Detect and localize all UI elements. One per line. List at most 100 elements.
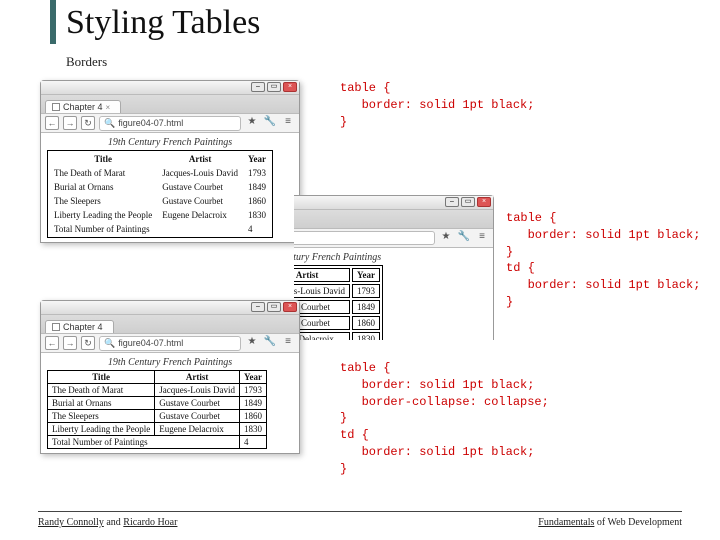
cell-artist: Eugene Delacroix [158, 209, 242, 221]
cell-year: 1830 [352, 332, 380, 340]
tab-label: Chapter 4 [63, 102, 103, 112]
forward-icon[interactable]: → [63, 116, 77, 130]
table-row: Burial at OrnansGustave Courbet1849 [48, 397, 267, 410]
menu-icon[interactable]: ≡ [281, 116, 295, 130]
footer-label: Total Number of Paintings [48, 436, 240, 449]
table-header-row: TitleArtistYear [294, 268, 380, 282]
forward-icon[interactable]: → [63, 336, 77, 350]
address-bar: ← → ↻ 🔍 figure04-07.html ★ 🔧 ≡ [41, 333, 299, 353]
cell-title: The Death of Marat [50, 167, 156, 179]
footer-value: 4 [244, 223, 270, 235]
cell-title: Liberty Leading the People [50, 209, 156, 221]
url-text: figure04-07.html [118, 118, 183, 128]
browser-tab[interactable]: Chapter 4 × [45, 100, 121, 113]
star-icon[interactable]: ★ [245, 336, 259, 350]
cell-artist: Gustave Courbet [158, 195, 242, 207]
cell-year: 1830 [244, 209, 270, 221]
reload-icon[interactable]: ↻ [81, 336, 95, 350]
table-header-row: TitleArtistYear [48, 371, 267, 384]
table-row: The Death of MaratJacques-Louis David179… [294, 284, 380, 298]
footer-label: Total Number of Paintings [50, 223, 242, 235]
tab-row: Chapter 4 [41, 315, 299, 333]
tab-row: Chapter 4 × [41, 95, 299, 113]
menu-icon[interactable]: ≡ [281, 336, 295, 350]
cell-year: 1860 [239, 410, 266, 423]
col-title: Title [50, 153, 156, 165]
table-row: The Death of MaratJacques-Louis David179… [48, 384, 267, 397]
cell-artist: Eugene Delacroix [294, 332, 350, 340]
col-artist: Artist [155, 371, 240, 384]
cell-title: Liberty Leading the People [48, 423, 155, 436]
cell-title: The Sleepers [48, 410, 155, 423]
cell-artist: Gustave Courbet [155, 410, 240, 423]
menu-icon[interactable]: ≡ [475, 231, 489, 245]
cell-year: 1793 [244, 167, 270, 179]
cell-title: The Death of Marat [48, 384, 155, 397]
wrench-icon[interactable]: 🔧 [263, 116, 277, 130]
url-field[interactable]: 🔍 figure04-07.html [99, 116, 241, 131]
star-icon[interactable]: ★ [245, 116, 259, 130]
table-row: Liberty Leading the PeopleEugene Delacro… [48, 423, 267, 436]
search-icon: 🔍 [104, 338, 115, 349]
slide-subtitle: Borders [66, 54, 107, 70]
cell-year: 1830 [239, 423, 266, 436]
maximize-icon[interactable]: ▭ [267, 82, 281, 92]
browser-window-1: – ▭ × Chapter 4 × ← → ↻ 🔍 figure04-07.ht… [40, 80, 300, 243]
cell-title: Burial at Ornans [48, 397, 155, 410]
table-row: The SleepersGustave Courbet1860 [50, 195, 270, 207]
tab-close-icon[interactable]: × [106, 103, 111, 112]
table-row: The Death of MaratJacques-Louis David179… [50, 167, 270, 179]
star-icon[interactable]: ★ [439, 231, 453, 245]
cell-year: 1849 [352, 300, 380, 314]
page-content: 19th Century French Paintings TitleArtis… [41, 353, 299, 453]
cell-artist: Jacques-Louis David [294, 284, 350, 298]
back-icon[interactable]: ← [45, 116, 59, 130]
close-icon[interactable]: × [283, 302, 297, 312]
cell-artist: Gustave Courbet [158, 181, 242, 193]
table-footer-row: Total Number of Paintings4 [50, 223, 270, 235]
col-artist: Artist [294, 268, 350, 282]
maximize-icon[interactable]: ▭ [267, 302, 281, 312]
col-artist: Artist [158, 153, 242, 165]
accent-bar [50, 0, 56, 44]
browser-window-2: – ▭ × figure04-07.html ★ 🔧 ≡ 19th Centur… [294, 195, 494, 340]
table-row: Liberty Leading the PeopleEugene Delacro… [50, 209, 270, 221]
cell-artist: Eugene Delacroix [155, 423, 240, 436]
maximize-icon[interactable]: ▭ [461, 197, 475, 207]
table-caption: 19th Century French Paintings [47, 357, 293, 368]
wrench-icon[interactable]: 🔧 [263, 336, 277, 350]
table-row: The SleepersGustave Courbet1860 [294, 316, 380, 330]
back-icon[interactable]: ← [45, 336, 59, 350]
table-caption: 19th Century French Paintings [47, 137, 293, 148]
close-icon[interactable]: × [477, 197, 491, 207]
author-2: Ricardo Hoar [123, 517, 177, 528]
table-row: Liberty Leading the PeopleEugene Delacro… [294, 332, 380, 340]
code-snippet-1: table { border: solid 1pt black; } [340, 80, 534, 130]
cell-title: Burial at Ornans [50, 181, 156, 193]
browser-tab[interactable]: Chapter 4 [45, 320, 114, 333]
paintings-table: TitleArtistYearThe Death of MaratJacques… [47, 370, 267, 449]
minimize-icon[interactable]: – [445, 197, 459, 207]
minimize-icon[interactable]: – [251, 302, 265, 312]
footer-divider [38, 511, 682, 512]
url-text: figure04-07.html [118, 338, 183, 348]
url-field[interactable]: 🔍 figure04-07.html [99, 336, 241, 351]
window-titlebar: – ▭ × [41, 81, 299, 95]
book-rest: of Web Development [594, 517, 682, 528]
cell-artist: Gustave Courbet [294, 316, 350, 330]
cell-year: 1849 [239, 397, 266, 410]
wrench-icon[interactable]: 🔧 [457, 231, 471, 245]
table-row: Burial at OrnansGustave Courbet1849 [50, 181, 270, 193]
cell-year: 1793 [352, 284, 380, 298]
minimize-icon[interactable]: – [251, 82, 265, 92]
page-icon [52, 103, 60, 111]
footer-book: Fundamentals of Web Development [538, 517, 682, 528]
slide-title: Styling Tables [66, 4, 260, 42]
reload-icon[interactable]: ↻ [81, 116, 95, 130]
col-year: Year [244, 153, 270, 165]
window-titlebar: – ▭ × [41, 301, 299, 315]
address-bar: figure04-07.html ★ 🔧 ≡ [294, 228, 493, 248]
book-word: Fundamentals [538, 517, 594, 528]
url-field[interactable]: figure04-07.html [294, 231, 435, 245]
close-icon[interactable]: × [283, 82, 297, 92]
